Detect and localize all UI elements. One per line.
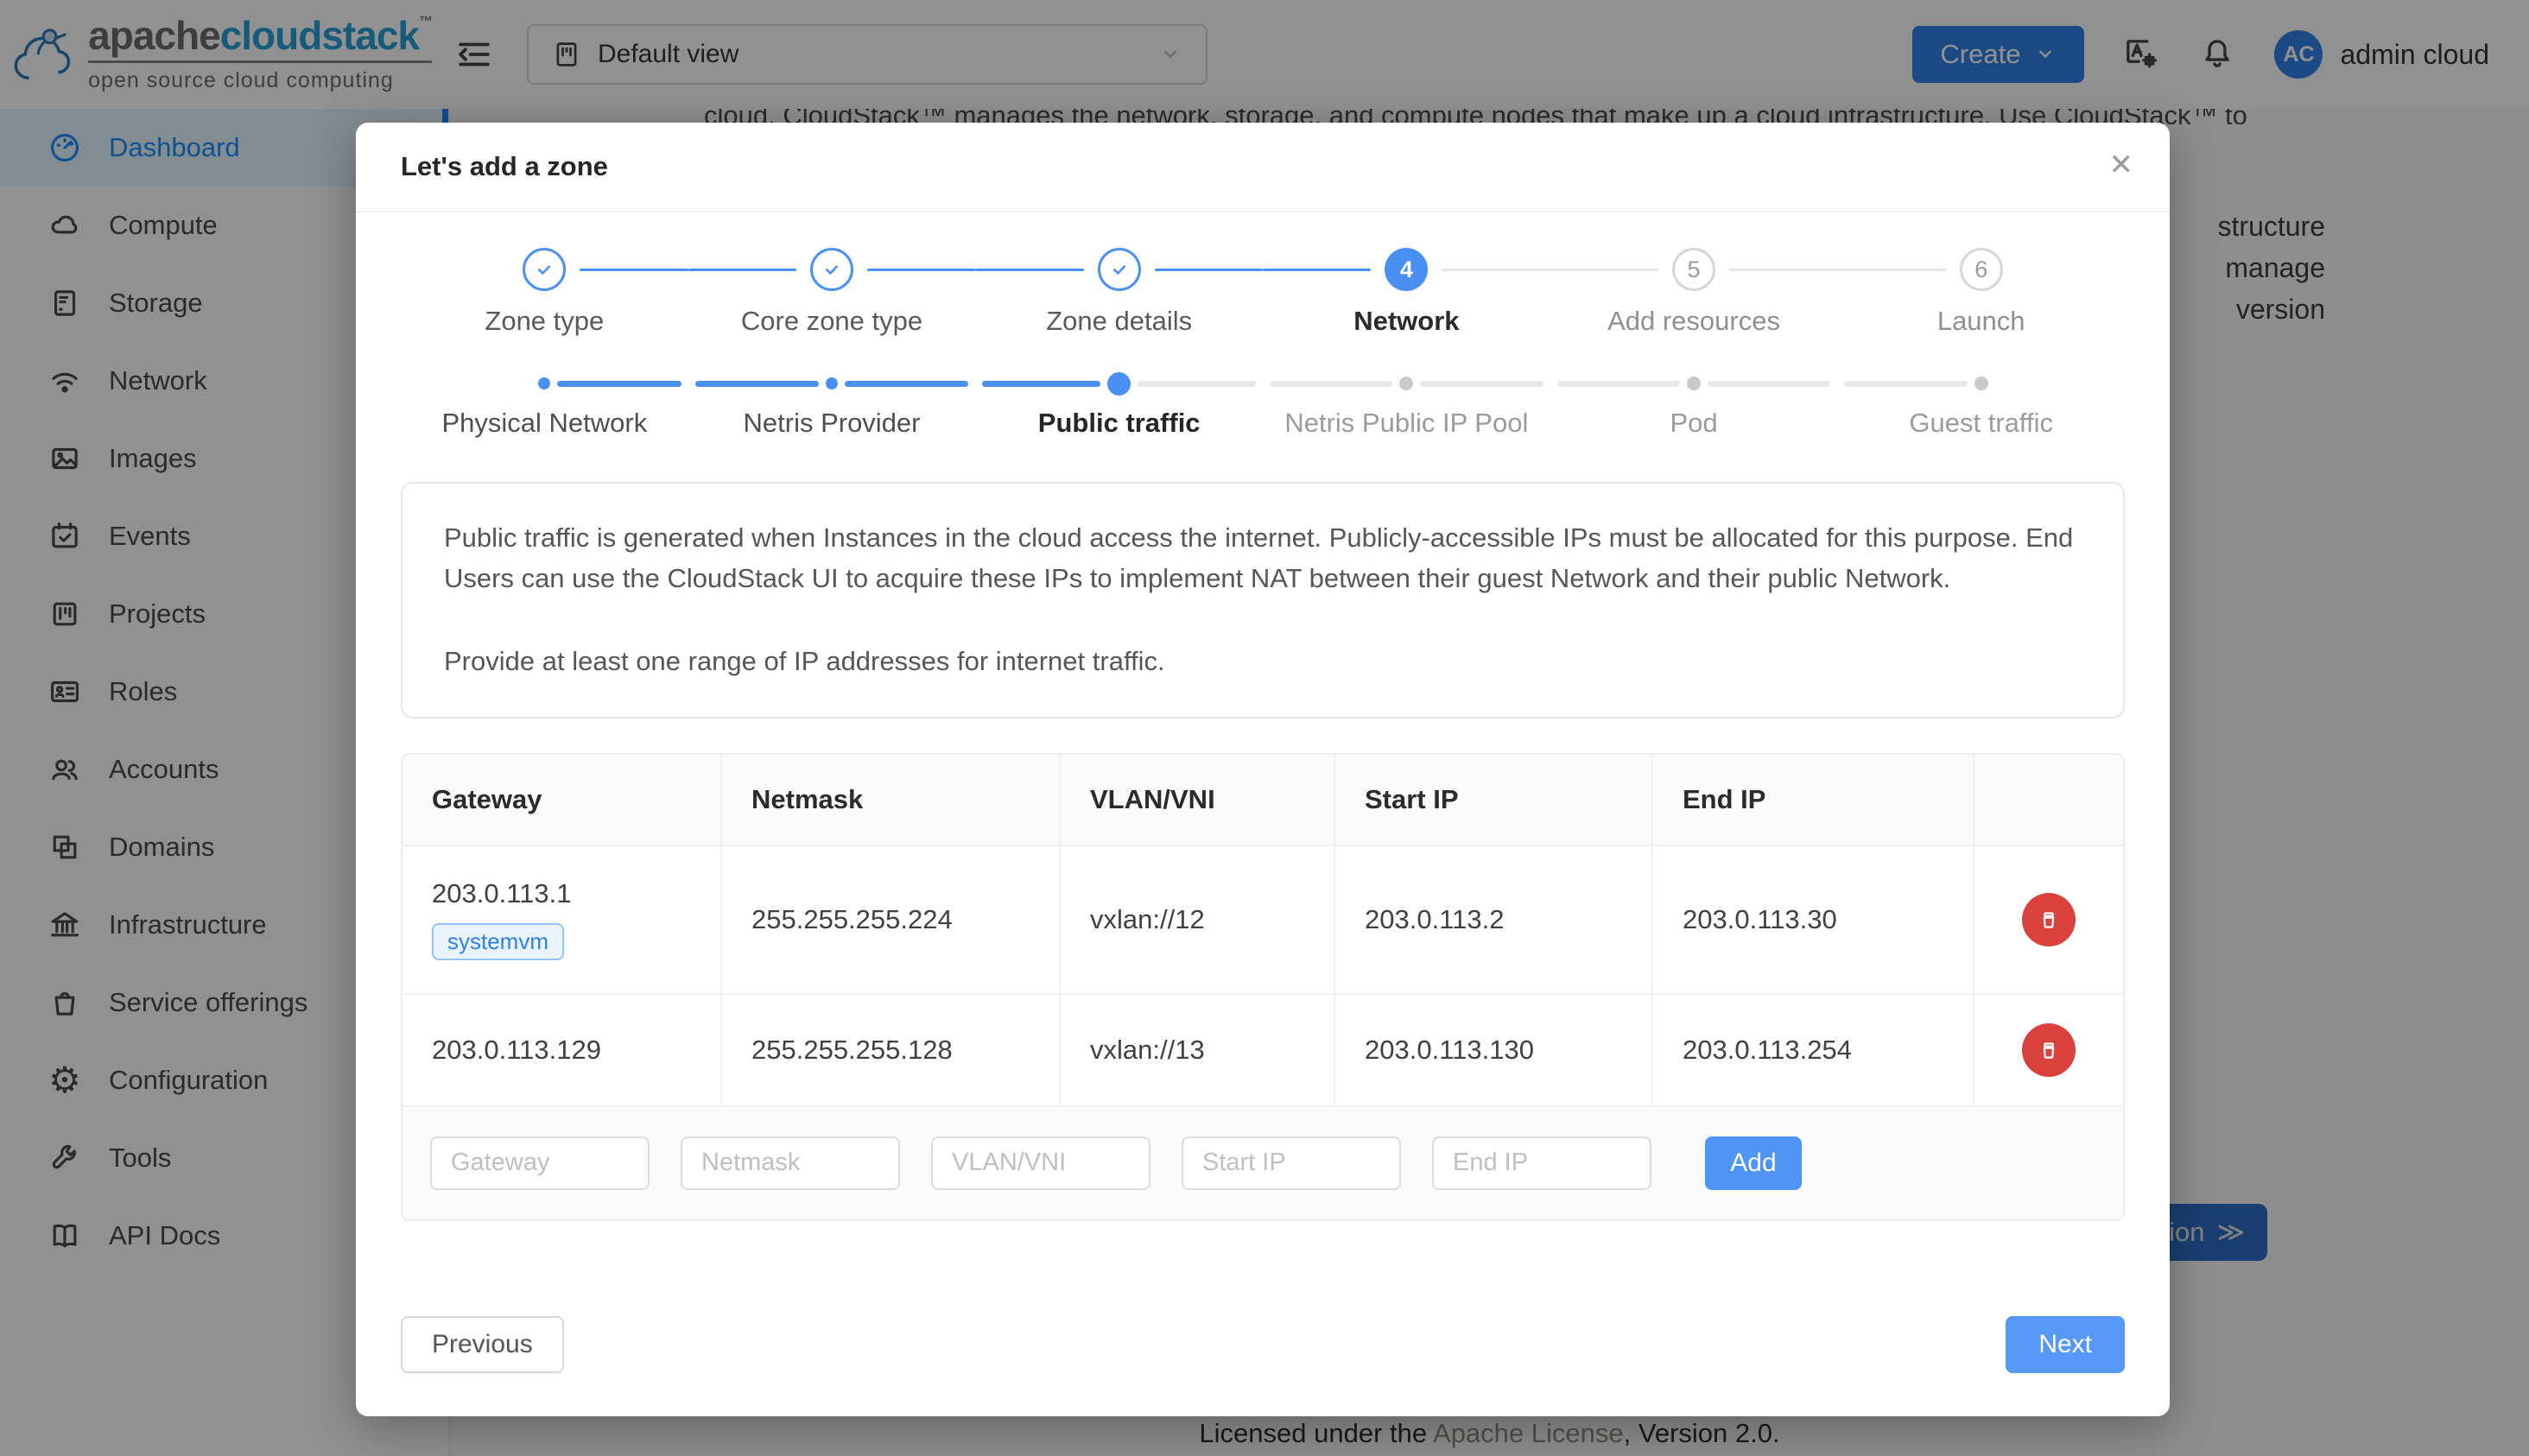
close-icon[interactable]: ✕ — [2109, 150, 2134, 180]
step-number: 6 — [1960, 248, 2003, 291]
start-ip-input[interactable] — [1182, 1136, 1401, 1190]
substep-label: Guest traffic — [1909, 408, 2053, 439]
modal-body: Zone type Core zone type — [356, 212, 2170, 1416]
column-header-start-ip: Start IP — [1335, 755, 1653, 845]
step-label: Launch — [1937, 306, 2025, 337]
step-launch: 6 Launch — [1837, 247, 2125, 337]
step-check-icon — [523, 248, 566, 291]
delete-ip-range-button[interactable] — [2022, 893, 2076, 946]
ip-range-table: Gateway Netmask VLAN/VNI Start IP End IP… — [401, 753, 2125, 1221]
end-ip-input[interactable] — [1432, 1136, 1651, 1190]
step-check-icon — [1098, 248, 1141, 291]
previous-button[interactable]: Previous — [401, 1316, 564, 1373]
cell-netmask: 255.255.255.224 — [722, 846, 1061, 993]
wizard-substeps: Physical Network Netris Provider Public … — [401, 371, 2125, 439]
substep-label: Public traffic — [1038, 408, 1201, 439]
step-label: Add resources — [1607, 306, 1780, 337]
step-number: 4 — [1385, 248, 1428, 291]
cell-gateway: 203.0.113.1 systemvm — [402, 846, 722, 993]
substep-netris-provider: Netris Provider — [688, 371, 976, 439]
cell-end-ip: 203.0.113.30 — [1653, 846, 1974, 993]
step-network: 4 Network — [1263, 247, 1550, 337]
step-add-resources: 5 Add resources — [1550, 247, 1838, 337]
column-header-netmask: Netmask — [722, 755, 1061, 845]
vlan-input[interactable] — [931, 1136, 1150, 1190]
cloudstack-app: apachecloudstack™ open source cloud comp… — [0, 0, 2529, 1456]
wizard-steps: Zone type Core zone type — [401, 247, 2125, 337]
delete-ip-range-button[interactable] — [2022, 1023, 2076, 1077]
substep-guest-traffic: Guest traffic — [1837, 371, 2125, 439]
step-core-zone-type: Core zone type — [688, 247, 976, 337]
table-row: 203.0.113.1 systemvm 255.255.255.224 vxl… — [402, 845, 2123, 993]
table-row: 203.0.113.129 255.255.255.128 vxlan://13… — [402, 993, 2123, 1105]
cell-netmask: 255.255.255.128 — [722, 995, 1061, 1105]
modal-header: Let's add a zone ✕ — [356, 123, 2170, 212]
description-paragraph-1: Public traffic is generated when Instanc… — [444, 518, 2082, 598]
cell-actions — [1974, 995, 2123, 1105]
step-label: Core zone type — [741, 306, 922, 337]
step-label: Network — [1353, 306, 1459, 337]
add-ip-range-button[interactable]: Add — [1705, 1136, 1802, 1190]
substep-label: Netris Public IP Pool — [1284, 408, 1528, 439]
substep-netris-public-ip-pool: Netris Public IP Pool — [1263, 371, 1550, 439]
step-zone-details: Zone details — [975, 247, 1263, 337]
cell-vlan: vxlan://13 — [1061, 995, 1335, 1105]
cell-end-ip: 203.0.113.254 — [1653, 995, 1974, 1105]
step-zone-type: Zone type — [401, 247, 688, 337]
public-traffic-description: Public traffic is generated when Instanc… — [401, 482, 2125, 719]
column-header-vlan: VLAN/VNI — [1061, 755, 1335, 845]
column-header-end-ip: End IP — [1653, 755, 1974, 845]
substep-physical-network: Physical Network — [401, 371, 688, 439]
add-ip-range-row: Add — [402, 1105, 2123, 1219]
substep-label: Physical Network — [441, 408, 647, 439]
substep-label: Pod — [1670, 408, 1717, 439]
table-header-row: Gateway Netmask VLAN/VNI Start IP End IP — [402, 755, 2123, 845]
cell-actions — [1974, 846, 2123, 993]
cell-start-ip: 203.0.113.130 — [1335, 995, 1653, 1105]
column-header-gateway: Gateway — [402, 755, 722, 845]
systemvm-tag: systemvm — [432, 923, 564, 960]
trash-icon — [2036, 1037, 2062, 1063]
substep-public-traffic: Public traffic — [975, 371, 1263, 439]
substep-pod: Pod — [1550, 371, 1838, 439]
gateway-value: 203.0.113.1 — [432, 878, 691, 909]
trash-icon — [2036, 907, 2062, 933]
modal-title: Let's add a zone — [401, 151, 608, 182]
substep-label: Netris Provider — [744, 408, 921, 439]
description-paragraph-2: Provide at least one range of IP address… — [444, 642, 2082, 682]
column-header-actions — [1974, 755, 2123, 845]
add-zone-modal: Let's add a zone ✕ Zone type — [356, 123, 2170, 1416]
cell-start-ip: 203.0.113.2 — [1335, 846, 1653, 993]
cell-gateway: 203.0.113.129 — [402, 995, 722, 1105]
modal-footer: Previous Next — [401, 1316, 2125, 1373]
step-check-icon — [810, 248, 853, 291]
gateway-input[interactable] — [430, 1136, 650, 1190]
step-number: 5 — [1672, 248, 1715, 291]
step-label: Zone type — [485, 306, 604, 337]
next-button[interactable]: Next — [2006, 1316, 2125, 1373]
step-label: Zone details — [1046, 306, 1192, 337]
netmask-input[interactable] — [681, 1136, 900, 1190]
cell-vlan: vxlan://12 — [1061, 846, 1335, 993]
